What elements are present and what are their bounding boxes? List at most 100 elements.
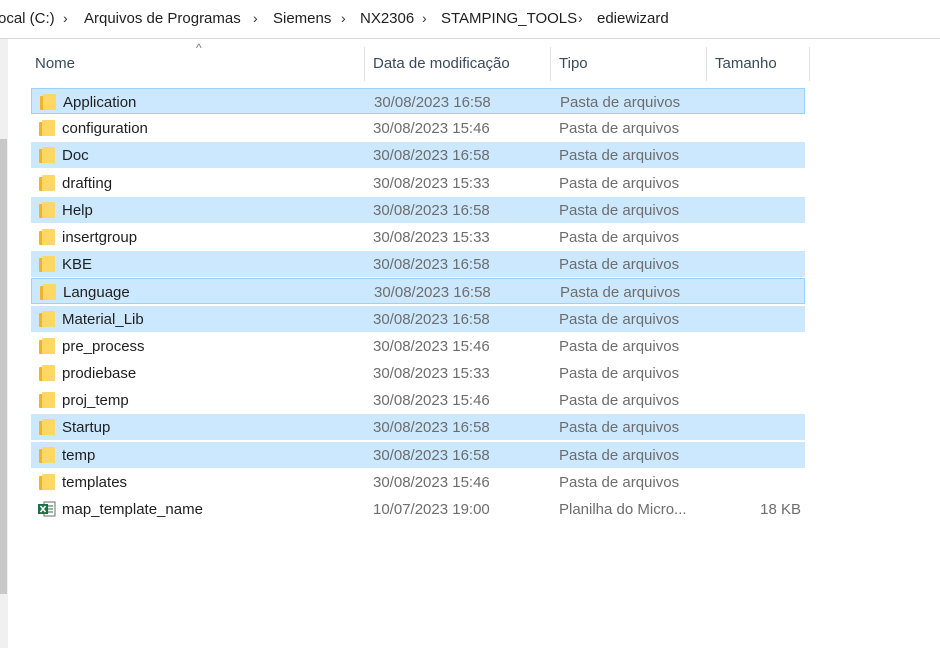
- file-name: Startup: [62, 419, 111, 437]
- file-size: [715, 224, 801, 250]
- folder-icon: [39, 147, 55, 164]
- file-size: [715, 197, 801, 223]
- file-date-modified: 30/08/2023 16:58: [373, 201, 490, 219]
- file-type: Pasta de arquivos: [559, 310, 680, 328]
- file-size: [715, 115, 801, 141]
- file-row[interactable]: prodiebase 30/08/2023 15:33 Pasta de arqui…: [31, 360, 805, 386]
- file-size: [715, 469, 801, 495]
- breadcrumb-chevron-icon[interactable]: ›: [63, 10, 68, 26]
- breadcrumb-chevron-icon[interactable]: ›: [253, 10, 258, 26]
- breadcrumb-siemens[interactable]: Siemens: [273, 10, 331, 27]
- file-type: Pasta de arquivos: [559, 419, 680, 437]
- file-type: Pasta de arquivos: [560, 284, 681, 302]
- file-row[interactable]: Material_Lib 30/08/2023 16:58 Pasta de arq…: [31, 305, 805, 332]
- file-size: 18 KB: [760, 501, 801, 518]
- file-row[interactable]: proj_temp 30/08/2023 15:46 Pasta de arquiv…: [31, 387, 805, 413]
- file-size: [715, 251, 801, 277]
- file-date-modified: 10/07/2023 19:00: [373, 501, 490, 518]
- address-bar[interactable]: ocal (C:) › Arquivos de Programas › Siem…: [0, 0, 940, 39]
- file-size: [715, 170, 801, 196]
- file-size: [715, 306, 801, 332]
- column-divider[interactable]: [550, 47, 551, 81]
- file-name: Language: [63, 284, 130, 302]
- folder-icon: [39, 446, 55, 463]
- column-divider[interactable]: [706, 47, 707, 81]
- breadcrumb-local-disk[interactable]: ocal (C:): [0, 10, 55, 27]
- sort-ascending-icon: ^: [196, 41, 202, 55]
- file-name: KBE: [62, 256, 93, 274]
- column-header-date[interactable]: Data de modificação: [373, 39, 510, 81]
- file-size: [715, 360, 801, 386]
- file-type: Pasta de arquivos: [560, 94, 681, 111]
- file-name: Application: [63, 94, 137, 111]
- folder-icon: [39, 365, 55, 381]
- file-name: temp: [62, 446, 96, 464]
- column-divider[interactable]: [364, 47, 365, 81]
- file-type: Pasta de arquivos: [559, 446, 680, 464]
- file-row[interactable]: KBE 30/08/2023 16:58 Pasta de arquivos: [31, 251, 805, 278]
- breadcrumb-ediewizard[interactable]: ediewizard: [597, 10, 669, 27]
- file-row[interactable]: Help 30/08/2023 16:58 Pasta de arquivos: [31, 196, 805, 223]
- file-type: Pasta de arquivos: [559, 229, 680, 246]
- file-row[interactable]: configuration 30/08/2023 15:46 Pasta de ar…: [31, 115, 805, 141]
- excel-file-icon: [38, 500, 56, 518]
- breadcrumb-chevron-icon[interactable]: ›: [422, 10, 427, 26]
- file-date-modified: 30/08/2023 16:58: [373, 446, 490, 464]
- file-row[interactable]: map_template_name 10/07/2023 19:00 Planilh…: [31, 496, 805, 522]
- column-divider[interactable]: [809, 47, 810, 81]
- breadcrumb-nx2306[interactable]: NX2306: [360, 10, 414, 27]
- file-date-modified: 30/08/2023 16:58: [373, 256, 490, 274]
- folder-icon: [39, 337, 55, 354]
- file-size: [715, 387, 801, 413]
- file-date-modified: 30/08/2023 16:58: [373, 419, 490, 437]
- file-type: Pasta de arquivos: [559, 256, 680, 274]
- file-size: [716, 279, 802, 305]
- column-header-name[interactable]: Nome: [35, 39, 75, 81]
- file-name: templates: [62, 473, 128, 491]
- file-name: Material_Lib: [62, 310, 144, 328]
- file-date-modified: 30/08/2023 15:46: [373, 392, 490, 410]
- column-header-size[interactable]: Tamanho: [715, 39, 777, 81]
- file-row[interactable]: pre_process 30/08/2023 15:46 Pasta de arqu…: [31, 333, 805, 359]
- folder-icon: [39, 392, 55, 409]
- file-row[interactable]: Doc 30/08/2023 16:58 Pasta de arquivos: [31, 142, 805, 169]
- file-row[interactable]: Startup 30/08/2023 16:58 Pasta de arquivos: [31, 414, 805, 441]
- file-size: [716, 89, 802, 115]
- file-row[interactable]: templates 30/08/2023 15:46 Pasta de arquiv…: [31, 469, 805, 495]
- file-type: Planilha do Micro...: [559, 501, 687, 518]
- file-name: pre_process: [62, 337, 145, 355]
- file-type: Pasta de arquivos: [559, 147, 680, 165]
- file-type: Pasta de arquivos: [559, 473, 680, 491]
- file-name: prodiebase: [62, 365, 137, 382]
- column-headers: ^ Nome Data de modificação Tipo Tamanho: [8, 39, 940, 89]
- column-header-type[interactable]: Tipo: [559, 39, 588, 81]
- folder-icon: [39, 229, 55, 245]
- file-size: [715, 333, 801, 359]
- file-date-modified: 30/08/2023 15:33: [373, 229, 490, 246]
- file-name: configuration: [62, 120, 148, 138]
- file-date-modified: 30/08/2023 16:58: [374, 94, 491, 111]
- file-date-modified: 30/08/2023 16:58: [373, 310, 490, 328]
- file-date-modified: 30/08/2023 15:33: [373, 365, 490, 382]
- breadcrumb-stamping-tools[interactable]: STAMPING_TOOLS: [441, 10, 577, 27]
- file-size: [715, 442, 801, 468]
- file-row[interactable]: Application 30/08/2023 16:58 Pasta de arqu…: [31, 88, 805, 114]
- file-row[interactable]: drafting 30/08/2023 15:33 Pasta de arquivo…: [31, 170, 805, 196]
- file-type: Pasta de arquivos: [559, 365, 680, 382]
- file-size: [715, 414, 801, 440]
- file-type: Pasta de arquivos: [559, 201, 680, 219]
- file-row[interactable]: insertgroup 30/08/2023 15:33 Pasta de arqu…: [31, 224, 805, 250]
- file-row[interactable]: Language 30/08/2023 16:58 Pasta de arquivo…: [31, 278, 805, 305]
- navigation-pane-scrollbar[interactable]: [0, 39, 8, 648]
- breadcrumb-arquivos-de-programas[interactable]: Arquivos de Programas: [84, 10, 241, 27]
- file-type: Pasta de arquivos: [559, 337, 680, 355]
- file-date-modified: 30/08/2023 15:33: [373, 174, 490, 192]
- file-name: insertgroup: [62, 229, 138, 246]
- folder-icon: [39, 419, 55, 436]
- breadcrumb-chevron-icon[interactable]: ›: [341, 10, 346, 26]
- breadcrumb-chevron-icon[interactable]: ›: [578, 10, 583, 26]
- file-row[interactable]: temp 30/08/2023 16:58 Pasta de arquivos: [31, 441, 805, 468]
- file-name: proj_temp: [62, 392, 129, 410]
- file-date-modified: 30/08/2023 16:58: [374, 284, 491, 302]
- scrollbar-thumb[interactable]: [0, 139, 7, 594]
